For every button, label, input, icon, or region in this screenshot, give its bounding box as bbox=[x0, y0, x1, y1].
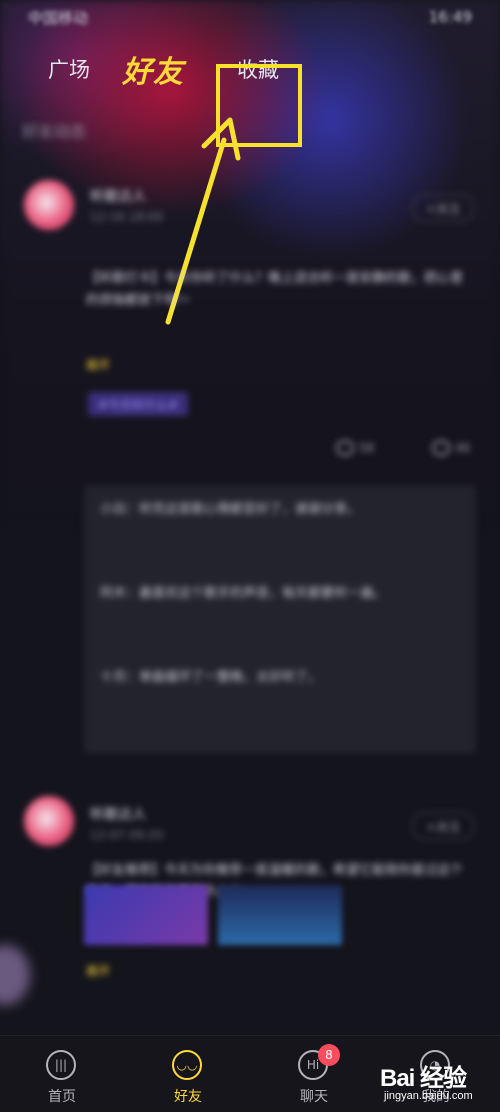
post-time: 12-16 18:00 bbox=[90, 210, 164, 224]
post-author[interactable]: 听歌达人 bbox=[90, 186, 146, 206]
comment-count: 58 bbox=[359, 441, 375, 455]
comments-box: 小白：听完这首歌心情都变好了，谢谢分享。 阿木：最喜欢这个歌手的声音，每天都要听… bbox=[84, 485, 476, 753]
post-image[interactable] bbox=[84, 885, 208, 945]
comment-action[interactable]: 58 bbox=[336, 440, 374, 456]
avatar[interactable] bbox=[24, 180, 74, 230]
heart-icon bbox=[432, 440, 450, 456]
status-bar: 中国移动 16:49 bbox=[0, 0, 500, 34]
top-tabs: 广场 好友 收藏 bbox=[0, 44, 500, 147]
tab-square[interactable]: 广场 bbox=[48, 44, 90, 94]
sound-wave-icon: ||| bbox=[46, 1050, 76, 1080]
nav-label: 首页 bbox=[48, 1089, 76, 1105]
topic-tag[interactable]: #今天听什么# bbox=[88, 392, 189, 416]
favorites-highlight-box bbox=[216, 64, 302, 147]
unread-badge: 8 bbox=[318, 1044, 340, 1066]
post-text: 【听歌打卡】今天你听了什么？晚上适合听一首安静的歌，把心里的烦恼都放下吧～ bbox=[86, 271, 464, 308]
follow-button[interactable]: +关注 bbox=[412, 812, 474, 840]
nav-chat[interactable]: Hi 8 聊天 bbox=[274, 1036, 354, 1112]
friends-icon: ◡◡ bbox=[172, 1050, 202, 1080]
avatar[interactable] bbox=[24, 796, 74, 846]
tab-friends[interactable]: 好友 bbox=[122, 44, 184, 94]
watermark-sub: jingyan.baidu.com bbox=[384, 1090, 473, 1102]
nav-home[interactable]: ||| 首页 bbox=[22, 1036, 102, 1112]
floating-player-bubble[interactable] bbox=[0, 945, 30, 1005]
follow-button[interactable]: +关注 bbox=[412, 194, 474, 222]
post-author[interactable]: 听歌达人 bbox=[90, 804, 146, 824]
post-image[interactable] bbox=[218, 885, 342, 945]
post-time: 12-07 09:20 bbox=[90, 828, 164, 842]
baidu-jingyan-watermark: Bai 经验 jingyan.baidu.com bbox=[380, 1058, 498, 1108]
expand-link[interactable]: 展开 bbox=[86, 962, 110, 979]
watermark-main: Bai 经验 bbox=[380, 1065, 467, 1092]
expand-link[interactable]: 展开 bbox=[86, 356, 110, 373]
like-count: 46 bbox=[455, 441, 471, 455]
comment-icon bbox=[336, 440, 354, 456]
like-action[interactable]: 46 bbox=[432, 440, 470, 456]
comment-item[interactable]: 十月：单曲循环了一整晚，太好听了。 bbox=[100, 667, 462, 689]
clock-text: 16:49 bbox=[428, 8, 472, 26]
nav-label: 聊天 bbox=[300, 1089, 328, 1105]
nav-friends[interactable]: ◡◡ 好友 bbox=[148, 1036, 228, 1112]
comment-item[interactable]: 小白：听完这首歌心情都变好了，谢谢分享。 bbox=[100, 499, 462, 521]
comment-item[interactable]: 阿木：最喜欢这个歌手的声音，每天都要听一遍。 bbox=[100, 583, 462, 605]
nav-label: 好友 bbox=[174, 1089, 202, 1105]
feed-section-label: 好友动态 bbox=[22, 122, 87, 141]
carrier-text: 中国移动 bbox=[28, 8, 89, 27]
